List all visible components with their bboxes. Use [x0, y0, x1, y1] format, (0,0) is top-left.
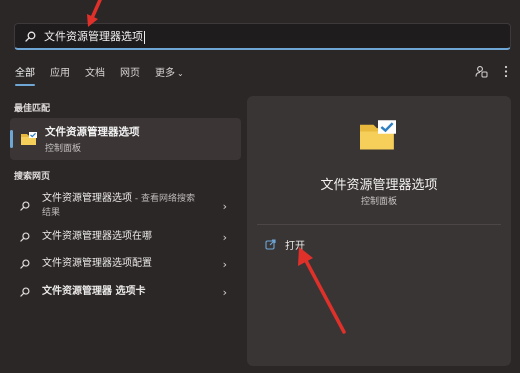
best-match-heading: 最佳匹配: [14, 104, 51, 114]
folder-check-icon: [21, 132, 37, 145]
tab-more[interactable]: 更多 ⌄: [155, 67, 184, 83]
web-search-item[interactable]: 文件资源管理器选项 - 查看网络搜索结果 ›: [20, 192, 235, 220]
filter-tabs: 全部 应用 文档 网页 更多 ⌄: [15, 67, 199, 86]
web-search-item[interactable]: 文件资源管理器选项在哪 ›: [20, 230, 235, 244]
more-options-icon[interactable]: [504, 65, 508, 78]
search-icon: [25, 31, 36, 42]
preview-title: 文件资源管理器选项: [320, 178, 438, 193]
search-box[interactable]: 文件资源管理器选项: [14, 23, 511, 50]
account-switch-icon[interactable]: [475, 65, 488, 78]
web-search-item-label: 文件资源管理器选项在哪: [42, 231, 152, 242]
open-external-icon: [265, 239, 276, 250]
chevron-down-icon: ⌄: [177, 69, 184, 78]
web-search-item[interactable]: 文件资源管理器 选项卡 ›: [20, 285, 235, 299]
web-search-item-suffix-line2: 结果: [42, 208, 61, 218]
search-icon: [20, 201, 30, 211]
chevron-right-icon: ›: [222, 285, 227, 299]
chevron-right-icon: ›: [222, 199, 227, 213]
web-search-heading: 搜索网页: [14, 172, 51, 182]
web-search-item-label: 文件资源管理器选项配置: [42, 258, 152, 269]
open-label: 打开: [285, 241, 305, 252]
web-search-item-label: 文件资源管理器选项: [42, 193, 132, 204]
search-icon: [20, 259, 30, 269]
best-match-subtitle: 控制面板: [45, 144, 82, 154]
web-search-item-label: 文件资源管理器 选项卡: [42, 286, 146, 297]
chevron-right-icon: ›: [222, 257, 227, 271]
tab-apps[interactable]: 应用: [50, 67, 70, 83]
tab-web[interactable]: 网页: [120, 67, 140, 83]
folder-check-icon: [360, 120, 396, 150]
open-button[interactable]: 打开: [265, 237, 305, 252]
divider: [257, 224, 501, 225]
best-match-title: 文件资源管理器选项: [45, 126, 140, 138]
tab-all[interactable]: 全部: [15, 67, 35, 86]
best-match-item[interactable]: 文件资源管理器选项 控制面板: [10, 118, 241, 160]
chevron-right-icon: ›: [222, 230, 227, 244]
search-icon: [20, 287, 30, 297]
web-search-item-suffix: - 查看网络搜索: [132, 194, 195, 204]
search-icon: [20, 232, 30, 242]
preview-pane: 文件资源管理器选项 控制面板 打开: [247, 96, 511, 366]
preview-subtitle: 控制面板: [360, 197, 397, 207]
web-search-item[interactable]: 文件资源管理器选项配置 ›: [20, 257, 235, 271]
text-caret: [144, 30, 145, 44]
search-input[interactable]: 文件资源管理器选项: [44, 28, 145, 44]
tab-documents[interactable]: 文档: [85, 67, 105, 83]
